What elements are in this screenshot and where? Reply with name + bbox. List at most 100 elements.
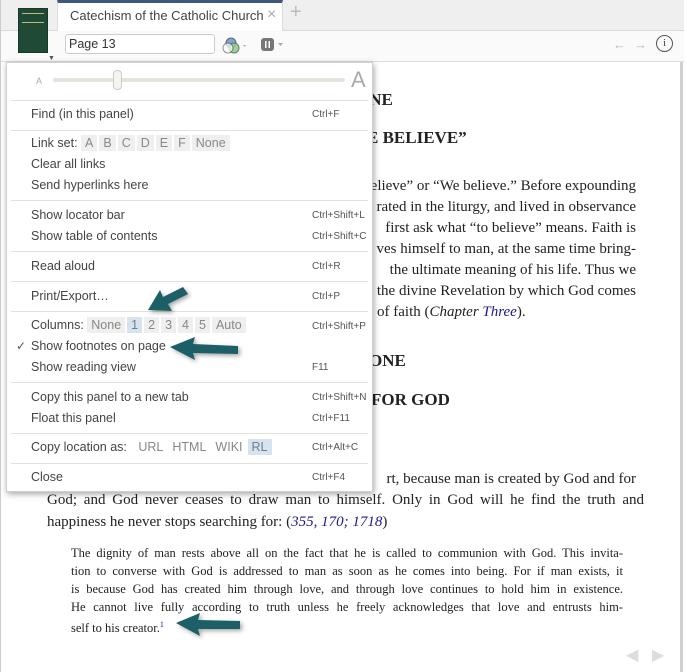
copy-location-label: Copy location as: <box>31 440 127 454</box>
paragraph-line: rated in the liturgy, and lived in obser… <box>376 199 636 215</box>
paragraph-line: the ultimate meaning of his life. Thus w… <box>389 262 636 278</box>
shortcut: Ctrl+R <box>312 261 341 272</box>
tab-title: Catechism of the Catholic Church <box>70 8 264 23</box>
menu-item-locator-bar[interactable]: Show locator bar <box>31 208 125 222</box>
footnote-marker[interactable]: 1 <box>160 620 164 629</box>
columns-3[interactable]: 3 <box>161 317 177 333</box>
divider <box>11 281 368 282</box>
chapter-subheading: FOR GOD <box>371 390 450 409</box>
shortcut: Ctrl+Shift+L <box>312 210 365 221</box>
chapter-heading: ONE <box>369 351 406 370</box>
quote-line: He cannot live fully according to truth … <box>71 600 623 614</box>
menu-item-show-footnotes[interactable]: Show footnotes on page <box>31 339 166 353</box>
back-arrow-icon[interactable]: ← <box>613 37 626 52</box>
menu-item-clear-links[interactable]: Clear all links <box>31 157 105 171</box>
page-input[interactable] <box>65 34 215 54</box>
columns-1[interactable]: 1 <box>127 317 143 333</box>
parallel-resources-icon[interactable] <box>260 37 286 53</box>
shortcut: Ctrl+Shift+C <box>312 231 367 242</box>
divider <box>11 100 368 101</box>
quote-line: tion to converse with God is addressed t… <box>71 564 623 578</box>
link-set-none[interactable]: None <box>191 135 230 151</box>
cover-title-mark <box>22 13 44 23</box>
divider <box>11 251 368 252</box>
link-set-label: Link set: <box>31 136 78 150</box>
shortcut: Ctrl+Alt+C <box>312 442 359 453</box>
chapter-italic: Chapter <box>429 304 483 320</box>
new-tab-button[interactable]: + <box>290 1 302 24</box>
menu-item-print-export[interactable]: Print/Export… <box>31 289 109 303</box>
link-set-d[interactable]: D <box>136 135 154 151</box>
menu-item-table-of-contents[interactable]: Show table of contents <box>31 229 157 243</box>
section-heading: E BELIEVE” <box>367 128 467 147</box>
copy-location-rl[interactable]: RL <box>247 439 272 455</box>
visual-filter-icon[interactable] <box>222 36 250 54</box>
paragraph-line: the divine Revelation by which God comes <box>376 283 636 299</box>
divider <box>11 382 368 383</box>
quote-line: self to his creator.1 <box>71 616 623 637</box>
link-set-a[interactable]: A <box>81 135 98 151</box>
paragraph-line: ves himself to man, at the same time bri… <box>376 241 636 257</box>
menu-item-send-hyperlinks[interactable]: Send hyperlinks here <box>31 178 148 192</box>
menu-item-copy-panel[interactable]: Copy this panel to a new tab <box>31 390 189 404</box>
columns-label: Columns: <box>31 318 84 332</box>
text: ). <box>516 304 526 320</box>
book-cover-button[interactable] <box>18 8 48 53</box>
cross-reference-links[interactable]: 355, 170; 1718 <box>291 514 382 530</box>
font-size-slider-thumb[interactable] <box>113 70 123 90</box>
copy-location-url[interactable]: URL <box>134 439 167 455</box>
link-set-b[interactable]: B <box>99 135 116 151</box>
shortcut: Ctrl+Shift+N <box>312 392 367 403</box>
columns-row: Columns: None 1 2 3 4 5 Auto <box>31 317 248 333</box>
text: of faith ( <box>377 304 430 320</box>
menu-item-close[interactable]: Close <box>31 470 63 484</box>
paragraph-line: God; and God never ceases to draw man to… <box>47 492 644 508</box>
info-icon[interactable]: i <box>656 35 673 52</box>
toolbar: ← → i <box>1 31 684 62</box>
divider <box>11 200 368 201</box>
menu-item-find[interactable]: Find (in this panel) <box>31 107 134 121</box>
menu-item-read-aloud[interactable]: Read aloud <box>31 259 95 273</box>
link-set-row: Link set: A B C D E F None <box>31 135 232 151</box>
copy-location-wiki[interactable]: WIKI <box>211 439 246 455</box>
copy-location-row: Copy location as: URL HTML WIKI RL <box>31 439 274 455</box>
copy-location-html[interactable]: HTML <box>168 439 210 455</box>
font-size-large-label: A <box>351 67 366 92</box>
shortcut: Ctrl+Shift+P <box>312 321 366 332</box>
quote-line: The dignity of man rests above all on th… <box>71 546 623 560</box>
columns-5[interactable]: 5 <box>194 317 210 333</box>
paragraph-line: of faith (Chapter Three). <box>377 304 526 321</box>
link-set-e[interactable]: E <box>155 135 173 151</box>
menu-item-reading-view[interactable]: Show reading view <box>31 360 136 374</box>
link-set-f[interactable]: F <box>174 135 190 151</box>
previous-page-icon[interactable]: ◀ <box>626 645 638 665</box>
checkmark-icon: ✓ <box>16 339 27 353</box>
close-tab-icon[interactable]: × <box>267 6 276 24</box>
forward-arrow-icon[interactable]: → <box>634 37 647 52</box>
text: ) <box>382 514 388 530</box>
chevron-down-icon[interactable]: ▼ <box>48 55 55 62</box>
divider <box>11 311 368 312</box>
font-size-slider[interactable] <box>53 78 345 82</box>
paragraph-line: rt, because man is created by God and fo… <box>386 471 637 487</box>
divider <box>11 433 368 434</box>
shortcut: Ctrl+F11 <box>312 413 350 424</box>
columns-4[interactable]: 4 <box>178 317 193 333</box>
next-page-icon[interactable]: ▶ <box>652 645 664 665</box>
divider <box>11 463 368 464</box>
shortcut: F11 <box>312 362 329 373</box>
link-set-c[interactable]: C <box>117 135 135 151</box>
menu-item-float-panel[interactable]: Float this panel <box>31 411 116 425</box>
shortcut: Ctrl+F <box>312 109 340 120</box>
columns-2[interactable]: 2 <box>144 317 160 333</box>
tab-catechism[interactable]: Catechism of the Catholic Church × <box>57 0 283 32</box>
paragraph-line: happiness he never stops searching for: … <box>47 514 387 531</box>
chapter-link[interactable]: Three <box>482 304 516 320</box>
text: happiness he never stops searching for: … <box>47 514 292 530</box>
shortcut: Ctrl+P <box>312 291 341 302</box>
tab-bar: Catechism of the Catholic Church × + <box>1 0 684 32</box>
divider <box>11 130 368 131</box>
columns-none[interactable]: None <box>87 317 126 333</box>
columns-auto[interactable]: Auto <box>211 317 246 333</box>
quote-line: is because God has created him through l… <box>71 582 623 596</box>
